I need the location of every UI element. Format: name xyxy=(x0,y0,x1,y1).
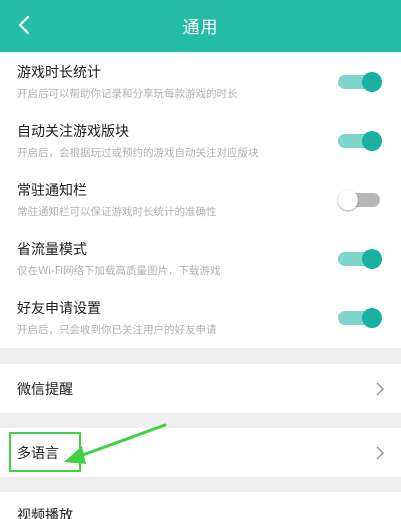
setting-friend-request: 好友申请设置 开启后，只会收到你已关注用户的好友申请 xyxy=(0,288,401,347)
setting-subtitle: 开启后，只会收到你已关注用户的好友申请 xyxy=(17,324,217,336)
setting-title: 自动关注游戏版块 xyxy=(17,124,129,140)
chevron-right-icon xyxy=(376,446,385,460)
setting-title: 省流量模式 xyxy=(17,242,87,258)
setting-subtitle: 仅在Wi-Fi网络下加载高质量图片，下载游戏 xyxy=(17,265,221,277)
data-saver-toggle[interactable] xyxy=(338,249,384,269)
highlight-box xyxy=(9,432,81,472)
setting-title: 常驻通知栏 xyxy=(17,183,87,199)
setting-auto-follow-boards: 自动关注游戏版块 开启后，会根据玩过或预约的游戏自动关注对应版块 xyxy=(0,111,401,170)
persistent-notification-toggle[interactable] xyxy=(338,190,384,210)
video-playback-label: 视频播放 xyxy=(17,508,73,519)
setting-title: 游戏时长统计 xyxy=(17,65,101,81)
app-header: 通用 xyxy=(0,0,401,52)
video-playback-row[interactable]: 视频播放 xyxy=(0,492,401,519)
setting-subtitle: 常驻通知栏可以保证游戏时长统计的准确性 xyxy=(17,206,217,218)
page-title: 通用 xyxy=(182,18,219,38)
friend-request-toggle[interactable] xyxy=(338,308,384,328)
settings-list: 游戏时长统计 开启后可以帮助你记录和分享玩每款游戏的时长 自动关注游戏版块 开启… xyxy=(0,52,401,348)
game-time-stats-toggle[interactable] xyxy=(338,72,384,92)
wechat-reminder-label: 微信提醒 xyxy=(17,382,73,398)
auto-follow-boards-toggle[interactable] xyxy=(338,131,384,151)
setting-persistent-notification: 常驻通知栏 常驻通知栏可以保证游戏时长统计的准确性 xyxy=(0,170,401,229)
setting-data-saver-mode: 省流量模式 仅在Wi-Fi网络下加载高质量图片，下载游戏 xyxy=(0,229,401,288)
setting-subtitle: 开启后可以帮助你记录和分享玩每款游戏的时长 xyxy=(17,88,238,100)
setting-title: 好友申请设置 xyxy=(17,301,101,317)
chevron-right-icon xyxy=(376,382,385,396)
setting-subtitle: 开启后，会根据玩过或预约的游戏自动关注对应版块 xyxy=(17,147,259,159)
wechat-reminder-row[interactable]: 微信提醒 xyxy=(0,364,401,413)
setting-game-time-stats: 游戏时长统计 开启后可以帮助你记录和分享玩每款游戏的时长 xyxy=(0,52,401,111)
